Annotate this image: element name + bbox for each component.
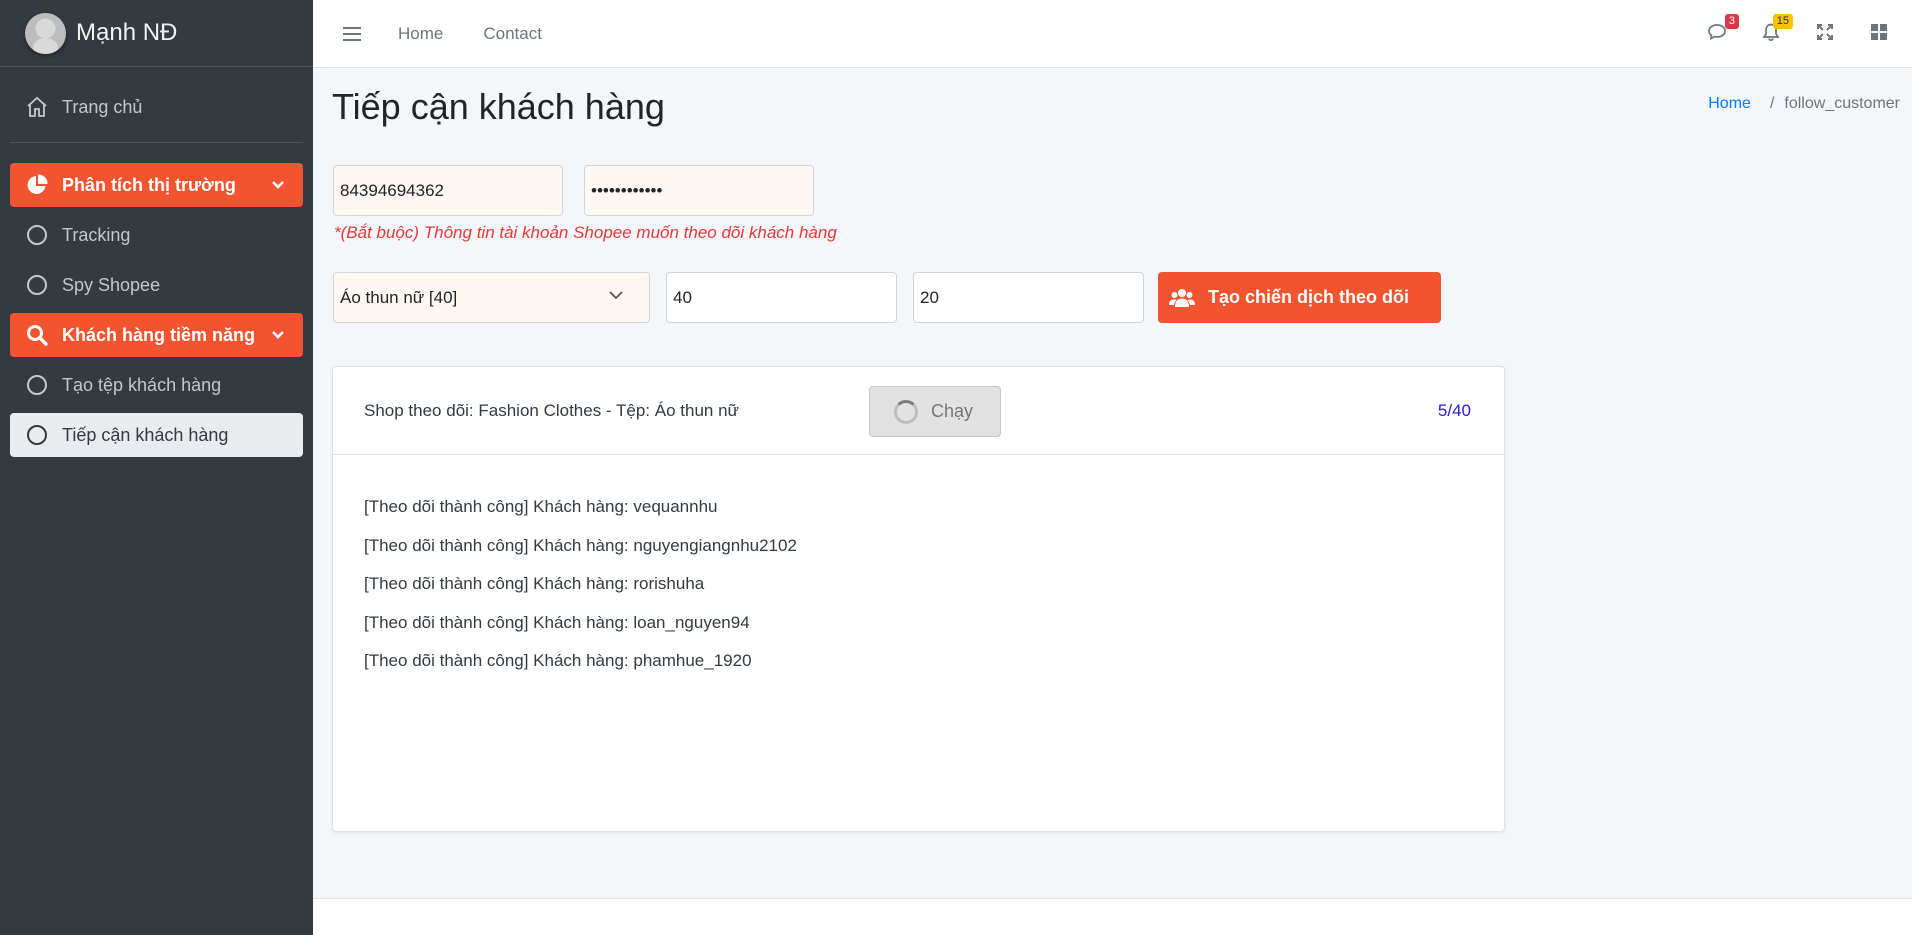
campaign-log-list: [Theo dõi thành công] Khách hàng: vequan… [333,455,1504,685]
messages-button[interactable]: 3 [1704,14,1739,47]
sidebar-item-home[interactable]: Trang chủ [10,85,303,129]
campaign-card-header: Shop theo dõi: Fashion Clothes - Tệp: Áo… [333,367,1504,455]
campaign-title: Shop theo dõi: Fashion Clothes - Tệp: Áo… [364,401,739,420]
breadcrumb-current: follow_customer [1784,95,1900,112]
shopee-account-input[interactable]: 84394694362 [333,165,563,216]
shopee-password-input[interactable]: •••••••••••• [584,165,814,216]
sidebar-group-market-analysis[interactable]: Phân tích thị trường [10,163,303,207]
menu-toggle-icon[interactable] [343,26,361,41]
sidebar-group-label: Phân tích thị trường [62,174,236,195]
footer [313,899,1912,935]
circle-icon [25,373,49,397]
search-icon [25,323,49,347]
sidebar-group-potential-customers[interactable]: Khách hàng tiềm năng [10,313,303,357]
notifications-badge: 15 [1772,14,1793,29]
sidebar-item-create-customer-file[interactable]: Tạo tệp khách hàng [10,363,303,407]
sidebar-nav: Trang chủ Phân tích thị trường Tracking … [0,85,313,457]
navbar-right: 3 15 [1704,0,1912,68]
nav-link-home[interactable]: Home [398,24,443,44]
sidebar-divider [10,142,303,143]
messages-badge: 3 [1724,14,1739,29]
circle-icon [25,273,49,297]
chevron-down-icon [608,287,624,308]
top-navbar: Home Contact 3 15 [313,0,1912,68]
sidebar-item-label: Tracking [62,224,131,245]
log-item: [Theo dõi thành công] Khách hàng: loan_n… [364,612,750,632]
required-note: *(Bắt buộc) Thông tin tài khoản Shopee m… [334,223,837,242]
chevron-down-icon [271,176,285,197]
brand[interactable]: Mạnh NĐ [0,0,313,67]
nav-link-contact[interactable]: Contact [483,24,542,44]
users-icon [1169,287,1195,309]
customer-file-select-value: Áo thun nữ [40] [340,287,458,307]
circle-icon [25,223,49,247]
grid-icon [1870,23,1888,46]
sidebar-item-label: Tạo tệp khách hàng [62,374,222,395]
campaign-card: Shop theo dõi: Fashion Clothes - Tệp: Áo… [332,366,1505,832]
sidebar-item-reach-customers[interactable]: Tiếp cận khách hàng [10,413,303,457]
log-item: [Theo dõi thành công] Khách hàng: nguyen… [364,535,797,555]
fullscreen-button[interactable] [1812,21,1838,47]
quantity-input[interactable]: 40 [666,272,897,323]
customer-file-select[interactable]: Áo thun nữ [40] [333,272,650,323]
sidebar-item-label: Spy Shopee [62,274,161,295]
breadcrumb-home-link[interactable]: Home [1708,95,1751,113]
log-item: [Theo dõi thành công] Khách hàng: phamhu… [364,651,752,670]
breadcrumb-separator: / [1769,95,1775,112]
pie-chart-icon [25,173,49,197]
run-button[interactable]: Chạy [869,386,1001,437]
breadcrumb: Home / follow_customer [1708,95,1900,113]
spinner-icon [894,399,918,424]
sidebar-item-tracking[interactable]: Tracking [10,213,303,257]
sidebar-item-label: Trang chủ [62,96,143,117]
log-item: [Theo dõi thành công] Khách hàng: rorish… [364,574,705,593]
create-campaign-button[interactable]: Tạo chiến dịch theo dõi [1158,272,1441,323]
control-sidebar-button[interactable] [1866,21,1892,47]
expand-icon [1816,23,1834,46]
page-title: Tiếp cận khách hàng [332,86,665,127]
notifications-button[interactable]: 15 [1758,14,1793,47]
user-avatar [25,12,66,54]
sidebar-item-spy-shopee[interactable]: Spy Shopee [10,263,303,307]
main-content: Tiếp cận khách hàng Home / follow_custom… [313,68,1912,935]
sidebar-group-label: Khách hàng tiềm năng [62,324,256,345]
log-item: [Theo dõi thành công] Khách hàng: vequan… [364,497,718,516]
sidebar-item-label: Tiếp cận khách hàng [62,424,229,445]
sidebar: Mạnh NĐ Trang chủ Phân tích thị trường T… [0,0,313,935]
chevron-down-icon [271,326,285,347]
campaign-progress: 5/40 [1437,401,1471,420]
run-button-label: Chạy [931,401,974,421]
create-campaign-label: Tạo chiến dịch theo dõi [1208,287,1410,307]
circle-icon [25,423,49,447]
home-icon [25,95,49,119]
delay-input[interactable]: 20 [913,272,1144,323]
user-name: Mạnh NĐ [76,19,178,46]
